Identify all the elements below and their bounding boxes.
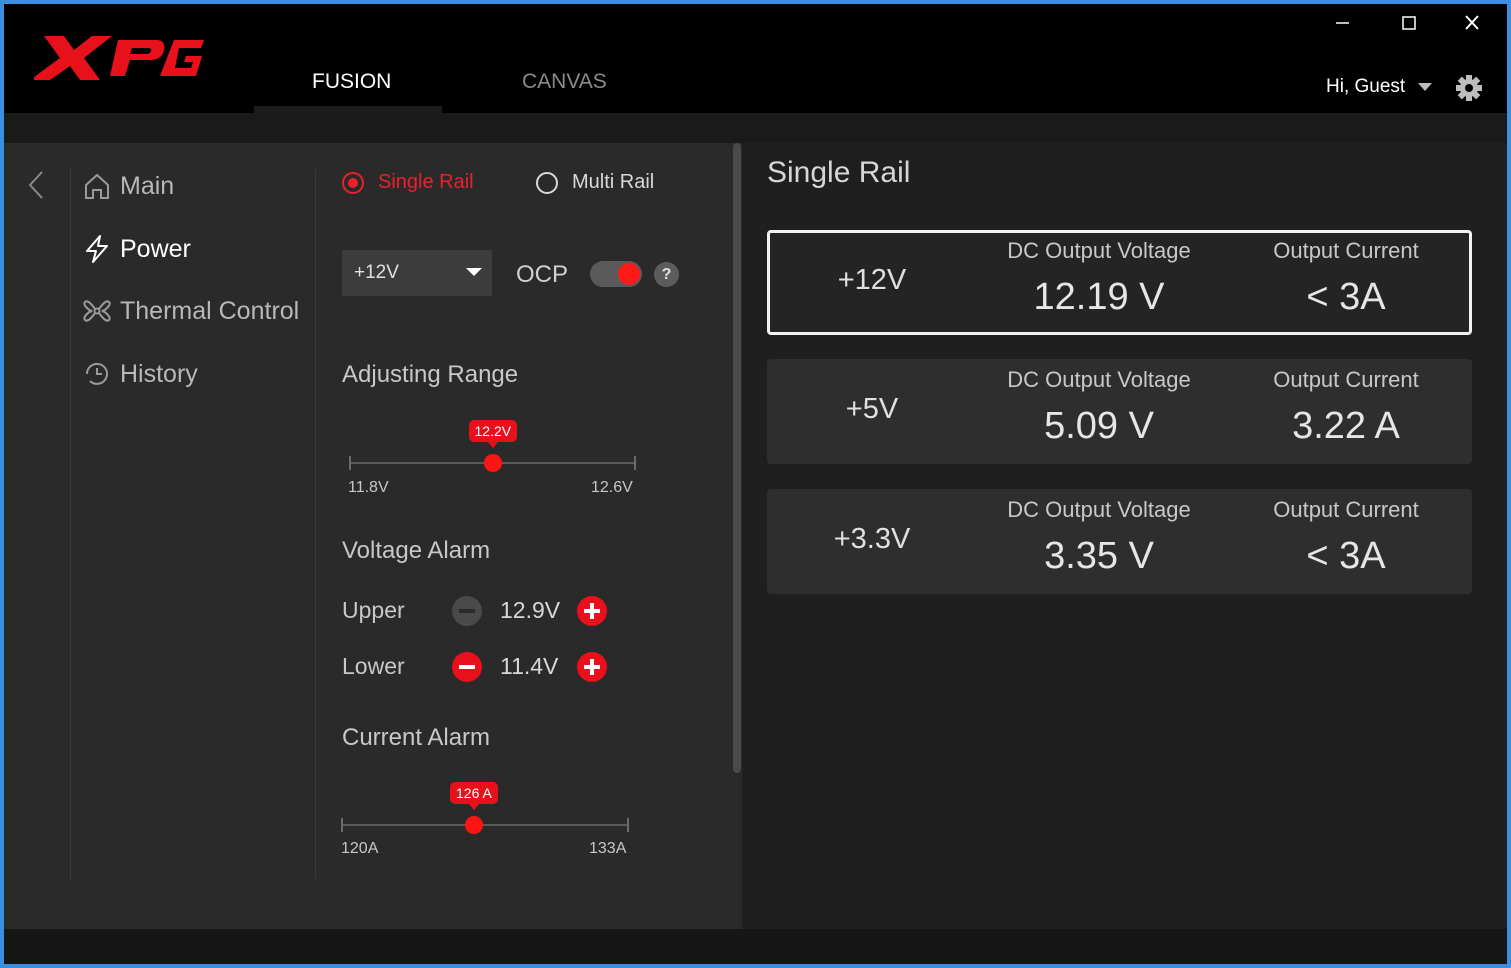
chevron-down-icon bbox=[466, 268, 482, 276]
minimize-icon[interactable] bbox=[1322, 8, 1362, 38]
sidebar-item-label: History bbox=[120, 359, 198, 388]
lower-label: Lower bbox=[342, 653, 405, 679]
upper-value: 12.9V bbox=[500, 597, 561, 623]
current-alarm-unit: A bbox=[482, 785, 492, 801]
current-label: Output Current bbox=[1273, 497, 1419, 522]
upper-label: Upper bbox=[342, 597, 405, 623]
rail-select-value: +12V bbox=[354, 262, 399, 283]
multi-rail-radio[interactable]: Multi Rail bbox=[536, 171, 654, 194]
top-bar: FUSION CANVAS Hi, Guest bbox=[4, 4, 1507, 113]
gear-icon[interactable] bbox=[1454, 73, 1484, 103]
home-icon bbox=[85, 173, 109, 199]
sidebar-item-label: Power bbox=[120, 234, 191, 263]
current-alarm-track[interactable] bbox=[342, 824, 629, 826]
radio-label: Multi Rail bbox=[572, 171, 655, 193]
adjusting-range-title: Adjusting Range bbox=[342, 361, 519, 388]
help-icon[interactable]: ? bbox=[654, 262, 679, 287]
lower-decrease-button[interactable] bbox=[452, 652, 482, 682]
single-rail-radio[interactable]: Single Rail bbox=[342, 171, 474, 194]
ocp-toggle[interactable] bbox=[590, 261, 642, 287]
header-spacer bbox=[4, 113, 1507, 143]
slider-end-max bbox=[634, 456, 636, 470]
fan-icon bbox=[83, 300, 111, 322]
lightning-icon bbox=[86, 235, 108, 263]
current-value: < 3A bbox=[1306, 535, 1386, 577]
adjusting-range-value: 12.2V bbox=[468, 420, 518, 448]
lower-value: 11.4V bbox=[500, 653, 559, 679]
current-alarm-title: Current Alarm bbox=[342, 724, 491, 751]
chevron-down-icon[interactable] bbox=[1418, 83, 1432, 91]
sidebar-item-label: Thermal Control bbox=[120, 296, 300, 325]
current-value: < 3A bbox=[1306, 276, 1386, 318]
maximize-icon[interactable] bbox=[1389, 8, 1429, 38]
close-icon[interactable] bbox=[1452, 8, 1492, 38]
content-divider bbox=[315, 169, 316, 879]
voltage-label: DC Output Voltage bbox=[1007, 238, 1191, 263]
radio-label: Single Rail bbox=[378, 171, 474, 193]
radio-circle bbox=[342, 171, 364, 194]
chevron-left-icon[interactable] bbox=[26, 169, 48, 201]
voltage-label: DC Output Voltage bbox=[1007, 367, 1191, 392]
settings-panel: Main Power Thermal Control History Singl… bbox=[4, 143, 742, 929]
current-alarm-value: 126 A bbox=[450, 782, 498, 810]
rail-name: +12V bbox=[837, 264, 907, 296]
sidebar-item-power[interactable]: Power bbox=[82, 231, 191, 267]
current-alarm-ticks: 120A 133A bbox=[334, 840, 644, 853]
upper-increase-button[interactable] bbox=[577, 596, 607, 626]
lower-increase-button[interactable] bbox=[577, 652, 607, 682]
sidebar-item-main[interactable]: Main bbox=[82, 168, 174, 204]
upper-decrease-button[interactable] bbox=[452, 596, 482, 626]
tab-canvas[interactable]: CANVAS bbox=[522, 70, 607, 94]
slider-end-max bbox=[627, 818, 629, 832]
history-icon bbox=[85, 362, 108, 385]
sidebar-divider bbox=[70, 169, 71, 879]
radio-circle bbox=[536, 171, 558, 194]
adjusting-range-max: 12.6V bbox=[591, 479, 633, 496]
sidebar-item-thermal-control[interactable]: Thermal Control bbox=[82, 293, 299, 329]
current-value: 3.22 A bbox=[1292, 405, 1400, 447]
rail-card-3v3[interactable]: +3.3V DC Output Voltage Output Current 3… bbox=[767, 489, 1472, 594]
adjusting-range-thumb[interactable] bbox=[484, 454, 502, 472]
current-alarm-min: 120A bbox=[341, 840, 379, 853]
voltage-value: 3.35 V bbox=[1044, 535, 1154, 577]
rail-select[interactable]: +12V bbox=[342, 250, 492, 296]
rail-card-5v[interactable]: +5V DC Output Voltage Output Current 5.0… bbox=[767, 359, 1472, 464]
voltage-value: 5.09 V bbox=[1044, 405, 1154, 447]
adjusting-range-min: 11.8V bbox=[348, 479, 389, 496]
sidebar-item-history[interactable]: History bbox=[82, 356, 198, 392]
voltage-alarm-title: Voltage Alarm bbox=[342, 537, 491, 564]
user-greeting[interactable]: Hi, Guest bbox=[1326, 76, 1405, 98]
rail-card-12v[interactable]: +12V DC Output Voltage Output Current 12… bbox=[767, 230, 1472, 335]
current-label: Output Current bbox=[1273, 367, 1419, 392]
rail-name: +3.3V bbox=[833, 523, 911, 555]
slider-end-min bbox=[349, 456, 351, 470]
rail-panel-title: Single Rail bbox=[767, 156, 911, 189]
bottom-bar bbox=[4, 929, 1507, 964]
ocp-label: OCP bbox=[516, 261, 569, 288]
sidebar-item-label: Main bbox=[120, 171, 175, 200]
app-window: FUSION CANVAS Hi, Guest Main Power Therm… bbox=[4, 4, 1507, 964]
current-alarm-number: 126 bbox=[456, 785, 480, 801]
tab-active-indicator bbox=[254, 106, 442, 113]
slider-end-min bbox=[341, 818, 343, 832]
voltage-value: 12.19 V bbox=[1033, 276, 1165, 318]
voltage-label: DC Output Voltage bbox=[1007, 497, 1191, 522]
rail-name: +5V bbox=[845, 393, 899, 425]
xpg-logo bbox=[34, 36, 204, 80]
current-alarm-thumb[interactable] bbox=[465, 816, 484, 834]
tab-fusion[interactable]: FUSION bbox=[312, 70, 391, 94]
current-alarm-max: 133A bbox=[589, 840, 627, 853]
current-label: Output Current bbox=[1273, 238, 1419, 263]
settings-scrollbar[interactable] bbox=[733, 143, 741, 773]
toggle-knob bbox=[618, 263, 640, 285]
